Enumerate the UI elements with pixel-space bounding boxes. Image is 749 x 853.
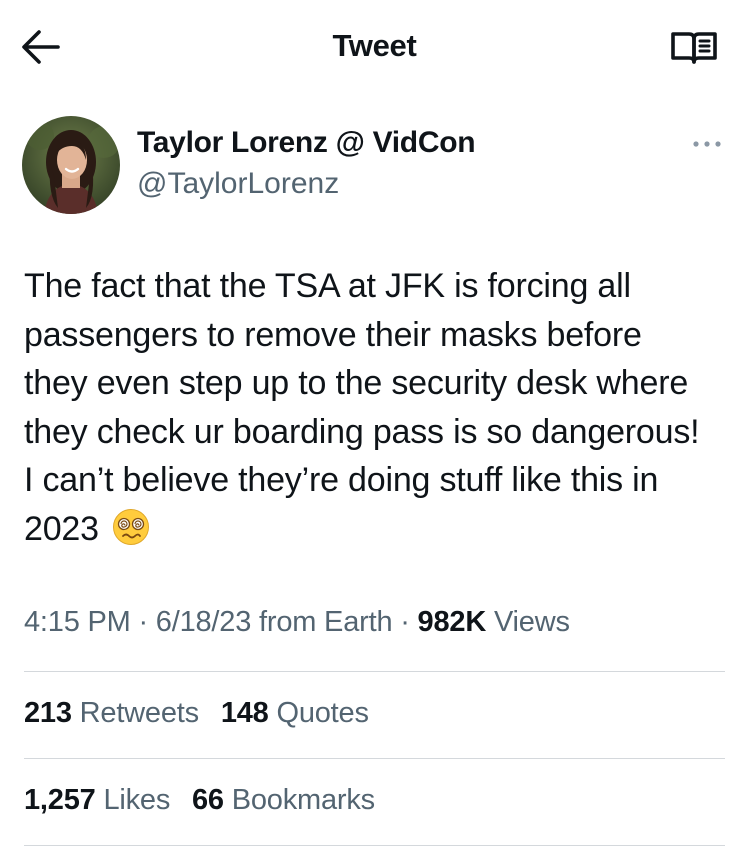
author-handle[interactable]: @TaylorLorenz bbox=[137, 167, 339, 201]
engagement-row-retweets-quotes: 213 Retweets 148 Quotes bbox=[24, 697, 383, 730]
tweet-meta: 4:15 PM · 6/18/23 from Earth · 982K View… bbox=[24, 606, 570, 639]
retweets-stat[interactable]: 213 Retweets bbox=[24, 697, 199, 729]
views-count[interactable]: 982K bbox=[418, 606, 487, 638]
divider bbox=[24, 845, 725, 846]
likes-count: 1,257 bbox=[24, 784, 96, 816]
open-book-icon bbox=[671, 32, 717, 64]
meta-separator: · bbox=[130, 606, 156, 638]
tweet-source: from Earth bbox=[259, 606, 393, 638]
divider bbox=[24, 758, 725, 759]
quotes-stat[interactable]: 148 Quotes bbox=[221, 697, 369, 729]
engagement-row-likes-bookmarks: 1,257 Likes 66 Bookmarks bbox=[24, 784, 389, 817]
tweet-text: The fact that the TSA at JFK is forcing … bbox=[24, 267, 700, 548]
more-options-icon bbox=[693, 141, 721, 147]
top-navigation-bar: Tweet bbox=[0, 0, 749, 96]
bookmarks-count: 66 bbox=[192, 784, 224, 816]
tweet-time: 4:15 PM bbox=[24, 606, 131, 638]
face-with-spiral-eyes-emoji-icon bbox=[113, 508, 150, 545]
profile-photo bbox=[22, 116, 120, 214]
bookmarks-label: Bookmarks bbox=[231, 784, 375, 816]
retweets-label: Retweets bbox=[79, 697, 199, 729]
tweet-date: 6/18/23 bbox=[155, 606, 252, 638]
meta-separator: · bbox=[392, 606, 418, 638]
reader-mode-button[interactable] bbox=[669, 30, 719, 66]
retweets-count: 213 bbox=[24, 697, 72, 729]
avatar[interactable] bbox=[22, 116, 120, 214]
author-display-name[interactable]: Taylor Lorenz @ VidCon bbox=[137, 126, 476, 160]
more-options-button[interactable] bbox=[690, 134, 724, 154]
page-title: Tweet bbox=[332, 28, 417, 63]
views-label[interactable]: Views bbox=[494, 606, 570, 638]
likes-label: Likes bbox=[103, 784, 171, 816]
quotes-count: 148 bbox=[220, 697, 269, 729]
divider bbox=[24, 671, 725, 672]
tweet-body: The fact that the TSA at JFK is forcing … bbox=[24, 262, 714, 553]
bookmarks-stat[interactable]: 66 Bookmarks bbox=[192, 784, 375, 816]
tweet-author: Taylor Lorenz @ VidCon @TaylorLorenz bbox=[0, 110, 749, 220]
quotes-label: Quotes bbox=[276, 697, 369, 729]
likes-stat[interactable]: 1,257 Likes bbox=[24, 784, 170, 816]
